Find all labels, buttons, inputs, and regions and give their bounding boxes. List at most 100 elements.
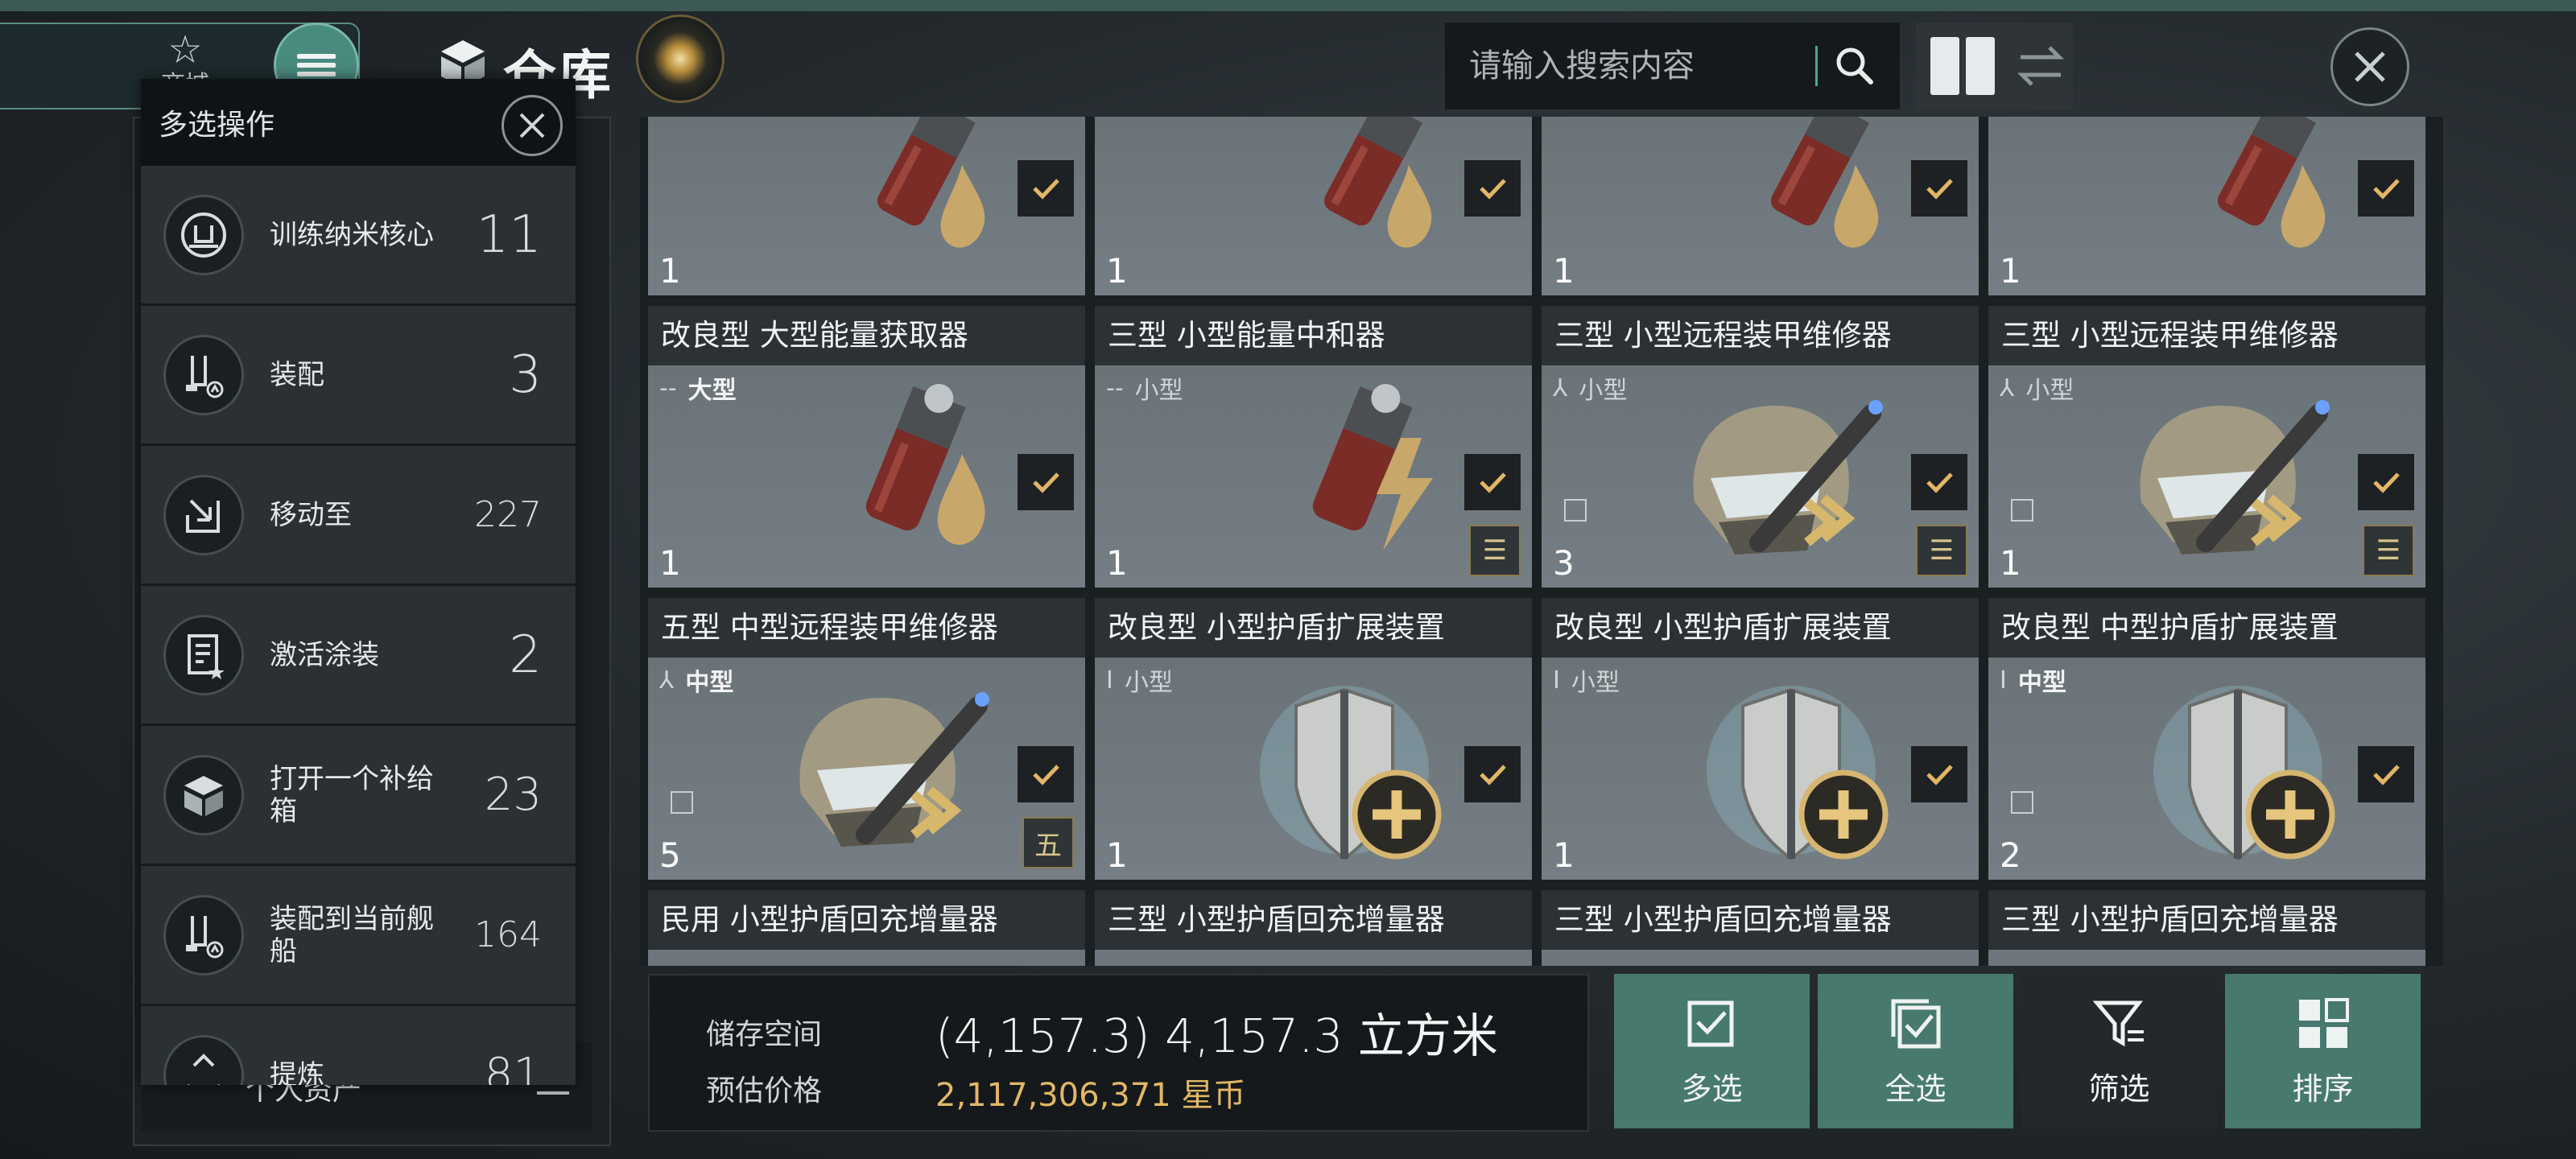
energy-neutralizer-icon	[1312, 384, 1433, 551]
inventory-item[interactable]: 1	[1542, 117, 1979, 295]
view-toggle[interactable]	[1916, 23, 2073, 109]
estimated-price: 2,117,306,371 星币	[935, 1077, 1246, 1114]
item-size: I 小型	[1106, 666, 1173, 698]
inventory-item[interactable]: 三型 小型远程装甲维修器 ⅄ 小型 ☰ 1	[1988, 306, 2425, 588]
multi-select-icon	[1687, 1000, 1733, 1046]
inventory-item[interactable]: 1	[1988, 117, 2425, 295]
close-button[interactable]	[2330, 27, 2409, 106]
scanner-orb-button[interactable]	[636, 14, 724, 103]
op-refine[interactable]: 提炼 81	[141, 1006, 576, 1085]
selected-checkbox[interactable]	[1911, 160, 1967, 217]
check-icon	[1033, 179, 1059, 200]
selected-checkbox[interactable]	[2358, 746, 2414, 802]
inventory-item[interactable]: 1	[1095, 117, 1532, 295]
close-icon	[519, 113, 545, 138]
inventory-item[interactable]: 三型 小型远程装甲维修器 ⅄ 小型 ☰ 3	[1542, 306, 1979, 588]
inventory-item[interactable]: 民用 小型护盾回充增量器	[648, 890, 1085, 966]
top-accent-line	[0, 0, 2576, 11]
shield-extender-icon	[1707, 686, 1889, 861]
op-open-supply-box[interactable]: 打开一个补给箱 23	[141, 726, 576, 866]
select-all-icon	[1891, 999, 1940, 1048]
check-icon	[1480, 765, 1506, 786]
selected-checkbox[interactable]	[1018, 160, 1074, 217]
item-body: -- 小型 ☰ 1	[1095, 365, 1532, 588]
selected-checkbox[interactable]	[1911, 454, 1967, 510]
item-body: I 小型 1	[1095, 658, 1532, 880]
slot-icon	[1564, 499, 1587, 522]
fit-module-icon	[163, 334, 244, 415]
op-train-nanocore[interactable]: 训练纳米核心 11	[141, 166, 576, 306]
meta-level-badge: 五	[1022, 817, 1074, 868]
energy-battery-icon	[1770, 117, 1879, 248]
sort-button[interactable]: 排序	[2225, 974, 2421, 1128]
item-body: 1	[1988, 117, 2425, 295]
selected-checkbox[interactable]	[1464, 160, 1521, 217]
op-fit-to-current-ship[interactable]: 装配到当前舰船 164	[141, 866, 576, 1006]
search-input[interactable]	[1468, 47, 1809, 85]
inventory-item[interactable]: 改良型 中型护盾扩展装置 I 中型 2	[1988, 598, 2425, 880]
op-activate-skin[interactable]: 激活涂装 2	[141, 586, 576, 726]
storage-summary: 储存空间 预估价格 (4,157.3) 4,157.3 立方米 2,117,30…	[648, 974, 1589, 1132]
selected-checkbox[interactable]	[1018, 454, 1074, 510]
item-body: ⅄ 小型 ☰ 1	[1988, 365, 2425, 588]
inventory-item[interactable]: 1	[648, 117, 1085, 295]
swap-icon[interactable]	[2013, 38, 2069, 94]
inventory-item[interactable]: 三型 小型护盾回充增量器	[1542, 890, 1979, 966]
energy-battery-icon	[865, 384, 985, 545]
item-body: -- 大型 1	[648, 365, 1085, 588]
check-icon	[2373, 179, 2400, 200]
selected-checkbox[interactable]	[1464, 454, 1521, 510]
armor-repairer-helmet-icon	[2140, 400, 2330, 555]
grid-view-icon[interactable]	[1930, 37, 1995, 95]
inventory-item[interactable]: 三型 小型护盾回充增量器	[1988, 890, 2425, 966]
meta-level-badge: ☰	[1916, 525, 1967, 576]
item-size: I 小型	[1553, 666, 1620, 698]
energy-battery-icon	[1323, 117, 1432, 248]
item-size: ⅄ 小型	[2000, 373, 2074, 406]
item-body: I 中型 2	[1988, 658, 2425, 880]
item-size: -- 小型	[1106, 373, 1183, 406]
selected-checkbox[interactable]	[2358, 454, 2414, 510]
inventory-item[interactable]: 五型 中型远程装甲维修器 ⅄ 中型 五 5	[648, 598, 1085, 880]
shield-extender-icon	[1260, 686, 1442, 861]
move-to-icon	[163, 474, 244, 555]
inventory-item[interactable]: 改良型 小型护盾扩展装置 I 小型 1	[1542, 598, 1979, 880]
check-icon	[1480, 179, 1506, 200]
filter-icon	[2092, 1000, 2144, 1046]
check-icon	[1926, 472, 1953, 493]
meta-level-badge: ☰	[2363, 525, 2414, 576]
selected-checkbox[interactable]	[1911, 746, 1967, 802]
sort-grid-icon	[2298, 997, 2349, 1048]
item-body: ⅄ 小型 ☰ 3	[1542, 365, 1979, 588]
armor-repairer-helmet-icon	[1693, 400, 1883, 555]
check-icon	[2373, 472, 2400, 493]
selected-checkbox[interactable]	[2358, 160, 2414, 217]
item-body: 1	[1542, 117, 1979, 295]
inventory-item[interactable]: 三型 小型护盾回充增量器	[1095, 890, 1532, 966]
filter-button[interactable]: 筛选	[2021, 974, 2217, 1128]
tri-prong-icon: ⅄	[659, 666, 675, 695]
tri-prong-icon: ⅄	[2000, 373, 2015, 402]
inventory-item[interactable]: 改良型 小型护盾扩展装置 I 小型 1	[1095, 598, 1532, 880]
select-all-button[interactable]: 全选	[1818, 974, 2013, 1128]
slot-icon	[671, 791, 693, 814]
armor-repairer-helmet-icon	[799, 692, 989, 847]
item-body: I 小型 1	[1542, 658, 1979, 880]
search-icon[interactable]	[1823, 34, 1887, 98]
item-body: 1	[648, 117, 1085, 295]
supply-box-icon	[163, 754, 244, 835]
inventory-item[interactable]: 三型 小型能量中和器 -- 小型 ☰ 1	[1095, 306, 1532, 588]
inventory-item[interactable]: 改良型 大型能量获取器 -- 大型 1	[648, 306, 1085, 588]
check-icon	[1926, 765, 1953, 786]
multi-select-button[interactable]: 多选	[1614, 974, 1810, 1128]
search-divider	[1815, 46, 1818, 86]
selected-checkbox[interactable]	[1464, 746, 1521, 802]
recycle-icon	[163, 1034, 244, 1085]
op-move-to[interactable]: 移动至 227	[141, 446, 576, 586]
item-size: I 中型	[2000, 666, 2066, 698]
multi-menu-close-button[interactable]	[502, 95, 563, 156]
star-icon: ☆	[167, 27, 203, 72]
op-fit[interactable]: 装配 3	[141, 306, 576, 446]
nanocore-icon	[163, 194, 244, 275]
selected-checkbox[interactable]	[1018, 746, 1074, 802]
